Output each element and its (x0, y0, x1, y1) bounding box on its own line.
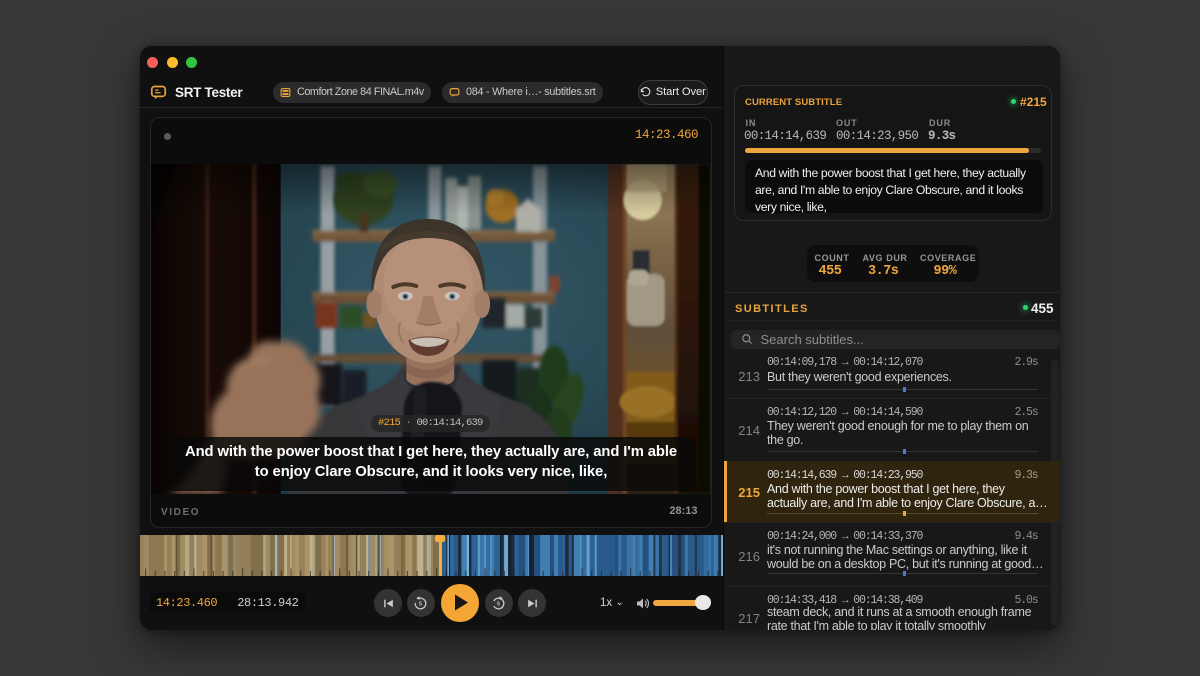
svg-text:5: 5 (419, 601, 422, 607)
svg-text:5: 5 (497, 601, 500, 607)
